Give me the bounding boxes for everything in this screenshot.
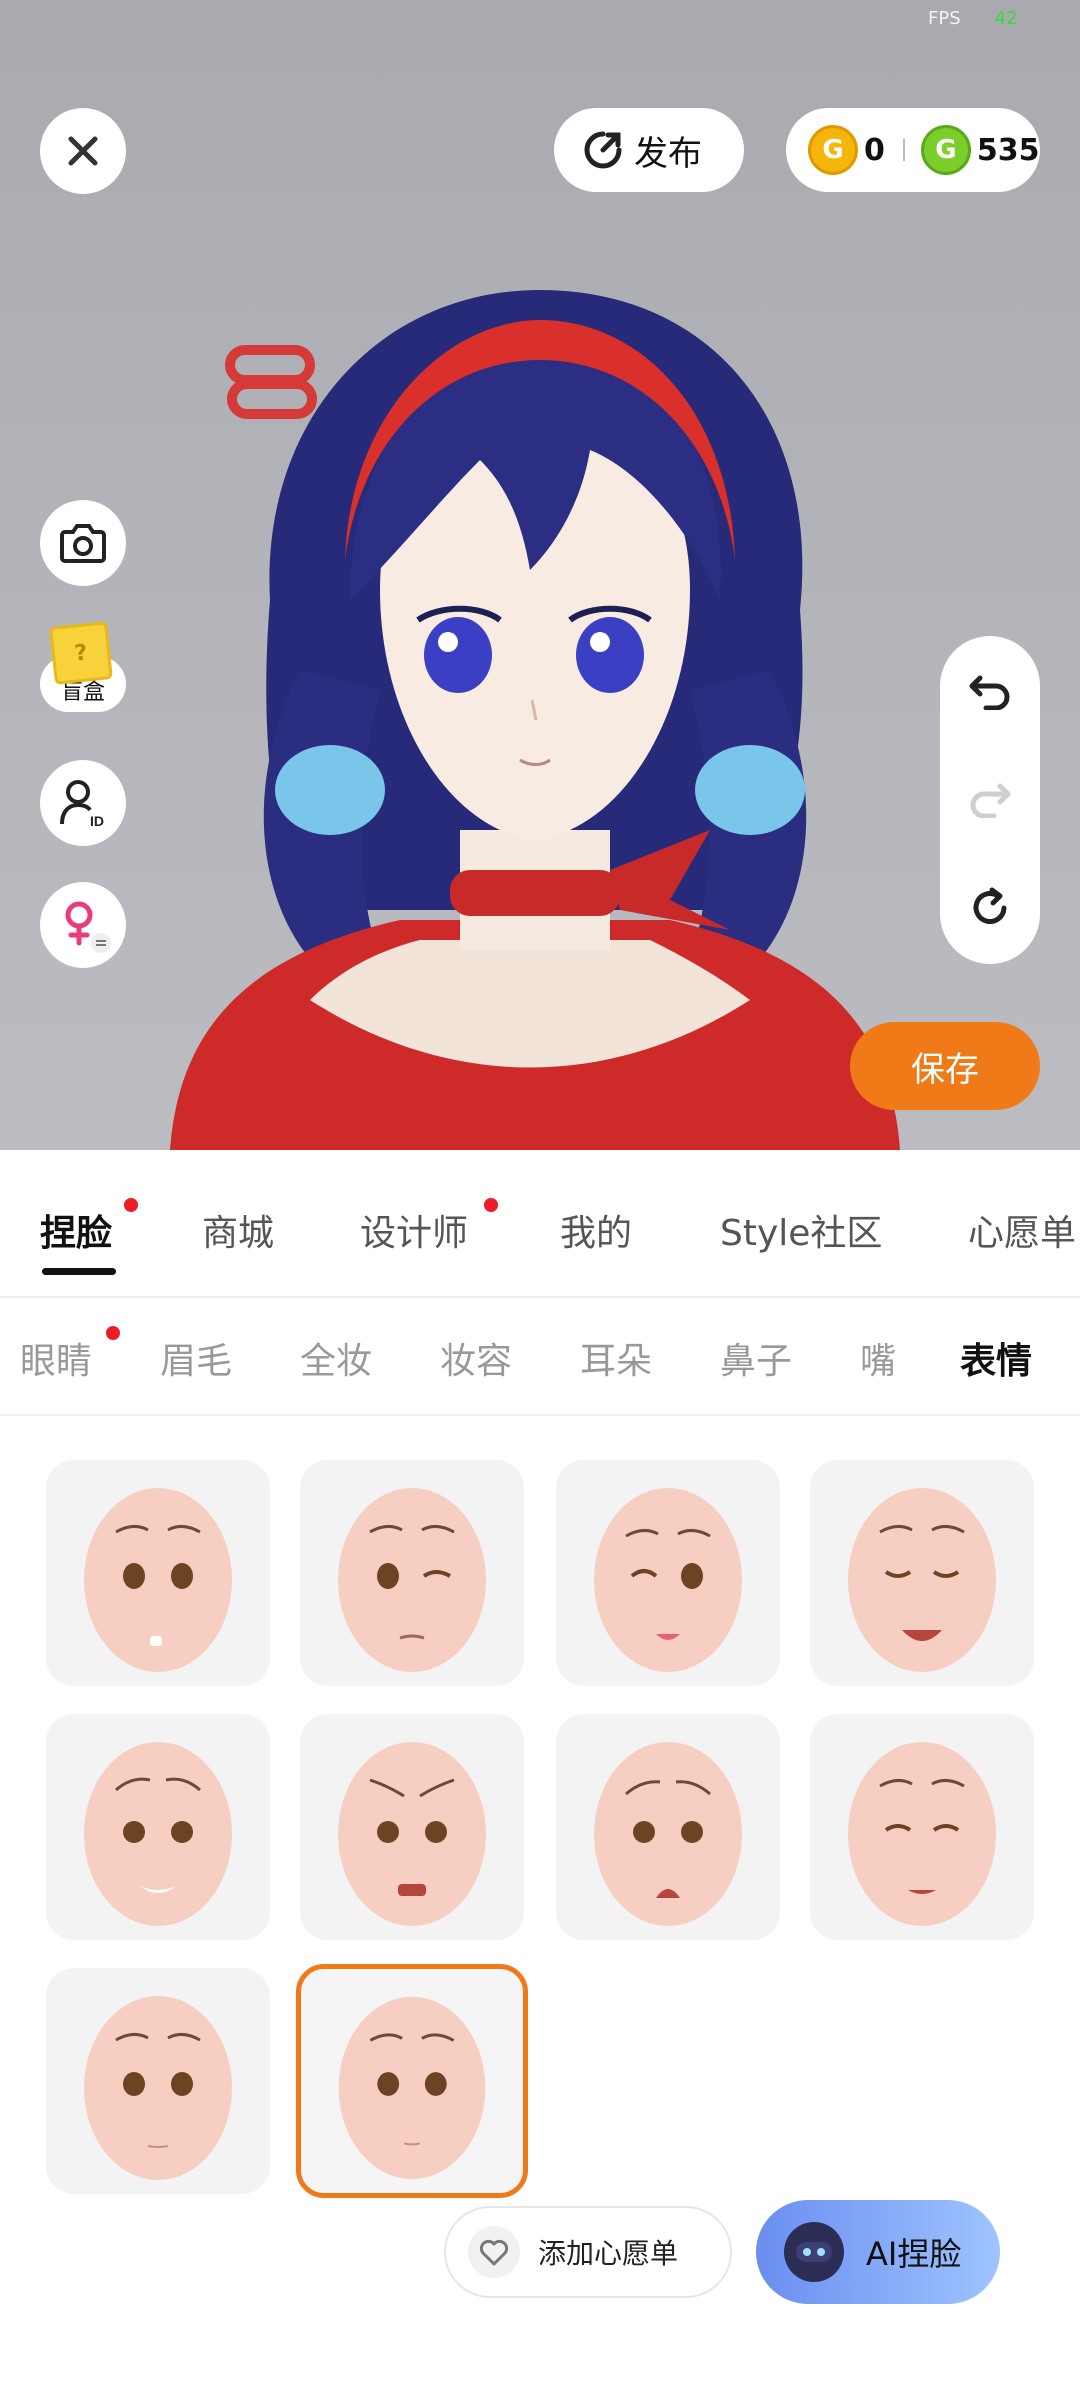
subtab-mouth[interactable]: 嘴 <box>860 1332 896 1384</box>
sub-tabs: 眼睛 眉毛 全妆 妆容 耳朵 鼻子 嘴 表情 <box>0 1296 1080 1416</box>
expression-card[interactable] <box>46 1460 270 1686</box>
tab-face[interactable]: 捏脸 <box>40 1204 112 1256</box>
face-thumbnail <box>594 1488 742 1672</box>
face-thumbnail <box>84 1742 232 1926</box>
publish-icon <box>584 131 622 169</box>
redo-icon[interactable] <box>968 778 1012 818</box>
history-controls <box>940 636 1040 964</box>
ai-face-label: AI捏脸 <box>866 2235 962 2273</box>
green-coin-icon: G <box>920 125 971 175</box>
user-id-icon: ID <box>60 780 104 828</box>
avatar-preview-stage[interactable]: FPS 42 发布 G 0 G 535 盲盒 ? ID 保存 <box>0 0 1080 1150</box>
tab-shop[interactable]: 商城 <box>202 1204 274 1256</box>
face-thumbnail <box>84 1996 232 2180</box>
wishlist-label: 添加心愿单 <box>538 2237 679 2270</box>
publish-button[interactable]: 发布 <box>554 108 744 192</box>
subtab-full-makeup[interactable]: 全妆 <box>300 1332 372 1384</box>
fps-label: FPS <box>928 8 961 29</box>
main-tabs: 捏脸 商城 设计师 我的 Style社区 心愿单 <box>0 1150 1080 1298</box>
subtab-makeup[interactable]: 妆容 <box>440 1332 512 1384</box>
coin-divider <box>902 139 905 161</box>
face-thumbnail <box>848 1742 996 1926</box>
expression-card[interactable] <box>46 1714 270 1940</box>
svg-text:ID: ID <box>90 813 104 828</box>
face-thumbnail <box>338 1996 486 2180</box>
currency-balance[interactable]: G 0 G 535 <box>786 108 1040 192</box>
subtab-eyes-badge <box>106 1326 120 1340</box>
subtab-nose[interactable]: 鼻子 <box>720 1332 792 1384</box>
blind-box-icon: ? <box>49 621 113 685</box>
blind-box-button[interactable]: 盲盒 ? <box>40 620 126 726</box>
expression-card[interactable] <box>46 1968 270 2194</box>
editor-panel: 捏脸 商城 设计师 我的 Style社区 心愿单 眼睛 眉毛 全妆 妆容 耳朵 … <box>0 1150 1080 2400</box>
expression-card[interactable] <box>556 1460 780 1686</box>
tab-designer[interactable]: 设计师 <box>360 1204 468 1256</box>
expression-card[interactable] <box>300 1714 524 1940</box>
close-icon <box>68 136 98 166</box>
tab-active-indicator <box>42 1268 116 1275</box>
fps-counter: FPS 42 <box>928 8 1018 29</box>
robot-icon <box>784 2222 844 2282</box>
camera-icon <box>60 524 106 563</box>
reset-icon[interactable] <box>968 886 1012 930</box>
subtab-eyes[interactable]: 眼睛 <box>20 1332 92 1384</box>
subtab-ears[interactable]: 耳朵 <box>580 1332 652 1384</box>
gold-coin-icon: G <box>808 125 858 175</box>
expression-card[interactable] <box>300 1460 524 1686</box>
expression-card[interactable] <box>556 1714 780 1940</box>
publish-label: 发布 <box>634 133 702 174</box>
expression-card[interactable] <box>810 1460 1034 1686</box>
expression-card-selected[interactable] <box>296 1964 528 2198</box>
face-thumbnail <box>848 1488 996 1672</box>
avatar-id-button[interactable]: ID <box>40 760 126 846</box>
tab-wishlist[interactable]: 心愿单 <box>968 1204 1076 1256</box>
tab-mine[interactable]: 我的 <box>560 1204 632 1256</box>
subtab-expression[interactable]: 表情 <box>960 1332 1032 1384</box>
ai-face-button[interactable]: AI捏脸 <box>756 2200 1000 2304</box>
green-coin-value: 535 <box>976 132 1040 168</box>
add-wishlist-button[interactable]: 添加心愿单 <box>444 2206 732 2298</box>
camera-button[interactable] <box>40 500 126 586</box>
face-thumbnail <box>338 1742 486 1926</box>
save-button[interactable]: 保存 <box>850 1022 1040 1110</box>
heart-icon <box>468 2226 520 2278</box>
tab-style-community[interactable]: Style社区 <box>720 1204 882 1256</box>
undo-icon[interactable] <box>968 670 1012 710</box>
tab-face-badge <box>124 1198 138 1212</box>
expression-card[interactable] <box>810 1714 1034 1940</box>
gold-coin-value: 0 <box>864 132 885 168</box>
fps-value: 42 <box>994 8 1018 29</box>
face-thumbnail <box>594 1742 742 1926</box>
subtab-eyebrows[interactable]: 眉毛 <box>160 1332 232 1384</box>
face-thumbnail <box>338 1488 486 1672</box>
gender-switch-button[interactable] <box>40 882 126 968</box>
close-button[interactable] <box>40 108 126 194</box>
tab-designer-badge <box>484 1198 498 1212</box>
face-thumbnail <box>84 1488 232 1672</box>
avatar-character <box>170 290 900 1150</box>
female-switch-icon <box>65 901 111 953</box>
